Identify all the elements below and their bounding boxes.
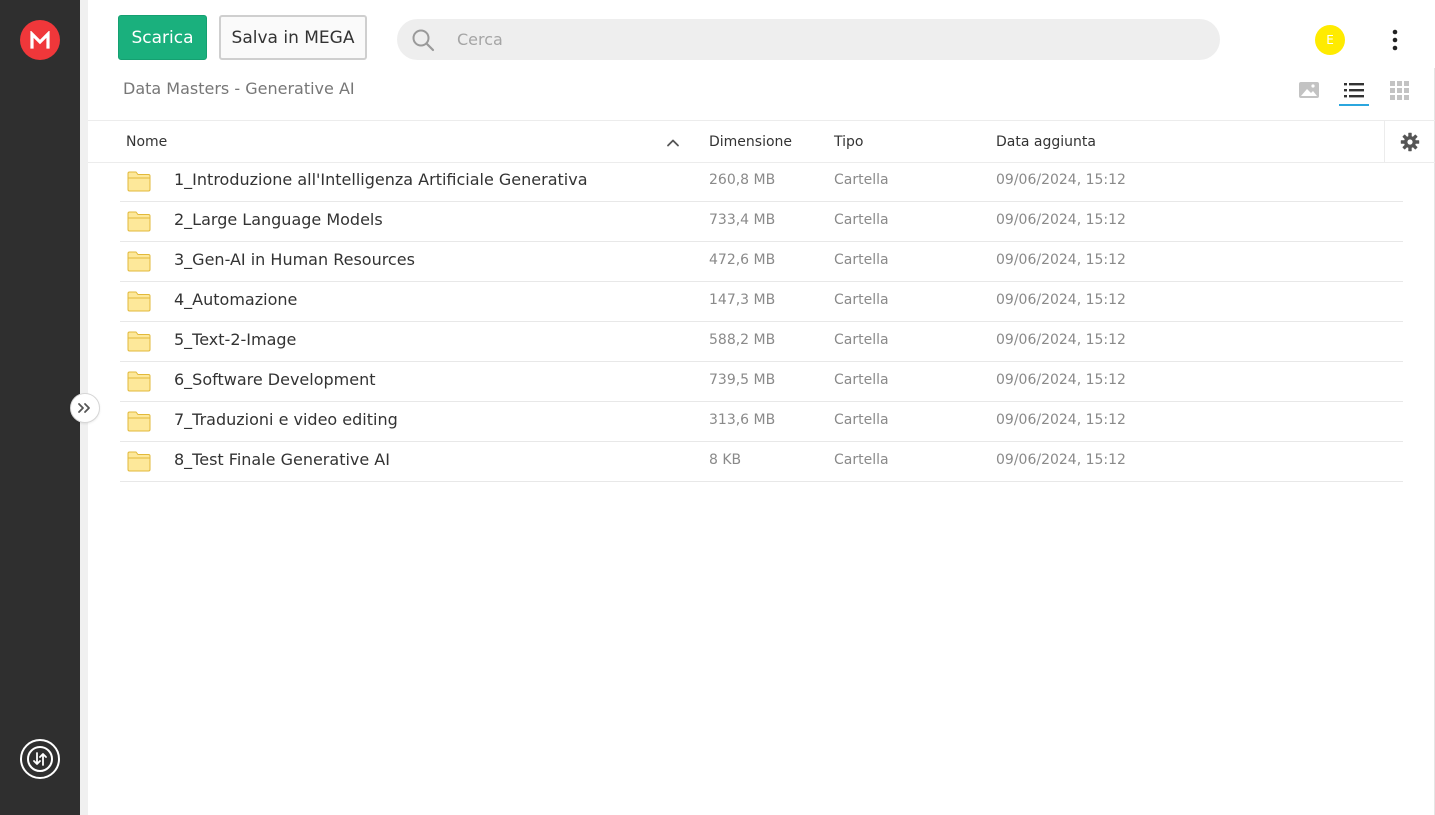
folder-icon bbox=[127, 290, 151, 312]
folder-icon bbox=[127, 450, 151, 472]
file-date: 09/06/2024, 15:12 bbox=[996, 372, 1126, 388]
table-row[interactable]: 6_Software Development 739,5 MB Cartella… bbox=[120, 362, 1403, 402]
table-row[interactable]: 3_Gen-AI in Human Resources 472,6 MB Car… bbox=[120, 242, 1403, 282]
file-name[interactable]: 4_Automazione bbox=[174, 282, 297, 318]
table-row[interactable]: 8_Test Finale Generative AI 8 KB Cartell… bbox=[120, 442, 1403, 482]
file-size: 739,5 MB bbox=[709, 372, 776, 388]
column-header-date[interactable]: Data aggiunta bbox=[996, 121, 1096, 163]
file-name[interactable]: 8_Test Finale Generative AI bbox=[174, 442, 390, 478]
expand-sidebar-icon[interactable] bbox=[70, 393, 100, 423]
file-date: 09/06/2024, 15:12 bbox=[996, 332, 1126, 348]
download-button[interactable]: Scarica bbox=[118, 15, 207, 60]
file-type: Cartella bbox=[834, 252, 889, 268]
file-name[interactable]: 5_Text-2-Image bbox=[174, 322, 296, 358]
folder-icon bbox=[127, 330, 151, 352]
file-type: Cartella bbox=[834, 172, 889, 188]
search-bar[interactable] bbox=[397, 19, 1220, 60]
file-date: 09/06/2024, 15:12 bbox=[996, 292, 1126, 308]
folder-icon bbox=[127, 250, 151, 272]
file-name[interactable]: 7_Traduzioni e video editing bbox=[174, 402, 398, 438]
file-list: 1_Introduzione all'Intelligenza Artifici… bbox=[120, 162, 1403, 482]
column-header-size[interactable]: Dimensione bbox=[709, 121, 792, 163]
file-size: 588,2 MB bbox=[709, 332, 776, 348]
file-type: Cartella bbox=[834, 412, 889, 428]
search-input[interactable] bbox=[457, 19, 1197, 60]
folder-icon bbox=[127, 410, 151, 432]
avatar[interactable]: E bbox=[1315, 25, 1345, 55]
thumbnail-view-icon[interactable] bbox=[1296, 78, 1322, 102]
grid-view-icon[interactable] bbox=[1387, 78, 1411, 102]
file-size: 733,4 MB bbox=[709, 212, 776, 228]
file-type: Cartella bbox=[834, 452, 889, 468]
file-type: Cartella bbox=[834, 332, 889, 348]
more-options-icon[interactable] bbox=[1384, 25, 1406, 55]
mega-logo-icon[interactable] bbox=[20, 20, 60, 60]
transfers-icon[interactable] bbox=[20, 739, 60, 779]
file-type: Cartella bbox=[834, 212, 889, 228]
folder-icon bbox=[127, 170, 151, 192]
search-icon bbox=[411, 28, 435, 52]
file-type: Cartella bbox=[834, 372, 889, 388]
app-root: Scarica Salva in MEGA E Data Masters - G… bbox=[0, 0, 1435, 815]
file-size: 8 KB bbox=[709, 452, 742, 468]
file-type: Cartella bbox=[834, 292, 889, 308]
file-size: 147,3 MB bbox=[709, 292, 776, 308]
save-to-mega-button[interactable]: Salva in MEGA bbox=[219, 15, 367, 60]
column-settings-icon[interactable] bbox=[1384, 121, 1435, 163]
folder-icon bbox=[127, 370, 151, 392]
left-rail bbox=[0, 0, 80, 815]
file-name[interactable]: 6_Software Development bbox=[174, 362, 376, 398]
file-size: 313,6 MB bbox=[709, 412, 776, 428]
table-row[interactable]: 5_Text-2-Image 588,2 MB Cartella 09/06/2… bbox=[120, 322, 1403, 362]
list-view-icon[interactable] bbox=[1339, 76, 1369, 106]
sort-ascending-icon[interactable] bbox=[666, 135, 680, 149]
folder-icon bbox=[127, 210, 151, 232]
column-header-name[interactable]: Nome bbox=[126, 121, 167, 163]
file-date: 09/06/2024, 15:12 bbox=[996, 212, 1126, 228]
file-date: 09/06/2024, 15:12 bbox=[996, 172, 1126, 188]
column-header-type[interactable]: Tipo bbox=[834, 121, 863, 163]
file-size: 260,8 MB bbox=[709, 172, 776, 188]
table-row[interactable]: 1_Introduzione all'Intelligenza Artifici… bbox=[120, 162, 1403, 202]
file-name[interactable]: 1_Introduzione all'Intelligenza Artifici… bbox=[174, 162, 588, 198]
file-date: 09/06/2024, 15:12 bbox=[996, 252, 1126, 268]
file-size: 472,6 MB bbox=[709, 252, 776, 268]
file-date: 09/06/2024, 15:12 bbox=[996, 452, 1126, 468]
table-row[interactable]: 7_Traduzioni e video editing 313,6 MB Ca… bbox=[120, 402, 1403, 442]
file-name[interactable]: 2_Large Language Models bbox=[174, 202, 383, 238]
table-row[interactable]: 2_Large Language Models 733,4 MB Cartell… bbox=[120, 202, 1403, 242]
file-name[interactable]: 3_Gen-AI in Human Resources bbox=[174, 242, 415, 278]
table-row[interactable]: 4_Automazione 147,3 MB Cartella 09/06/20… bbox=[120, 282, 1403, 322]
breadcrumb[interactable]: Data Masters - Generative AI bbox=[123, 79, 355, 98]
file-date: 09/06/2024, 15:12 bbox=[996, 412, 1126, 428]
table-header: Nome Dimensione Tipo Data aggiunta bbox=[88, 120, 1435, 163]
